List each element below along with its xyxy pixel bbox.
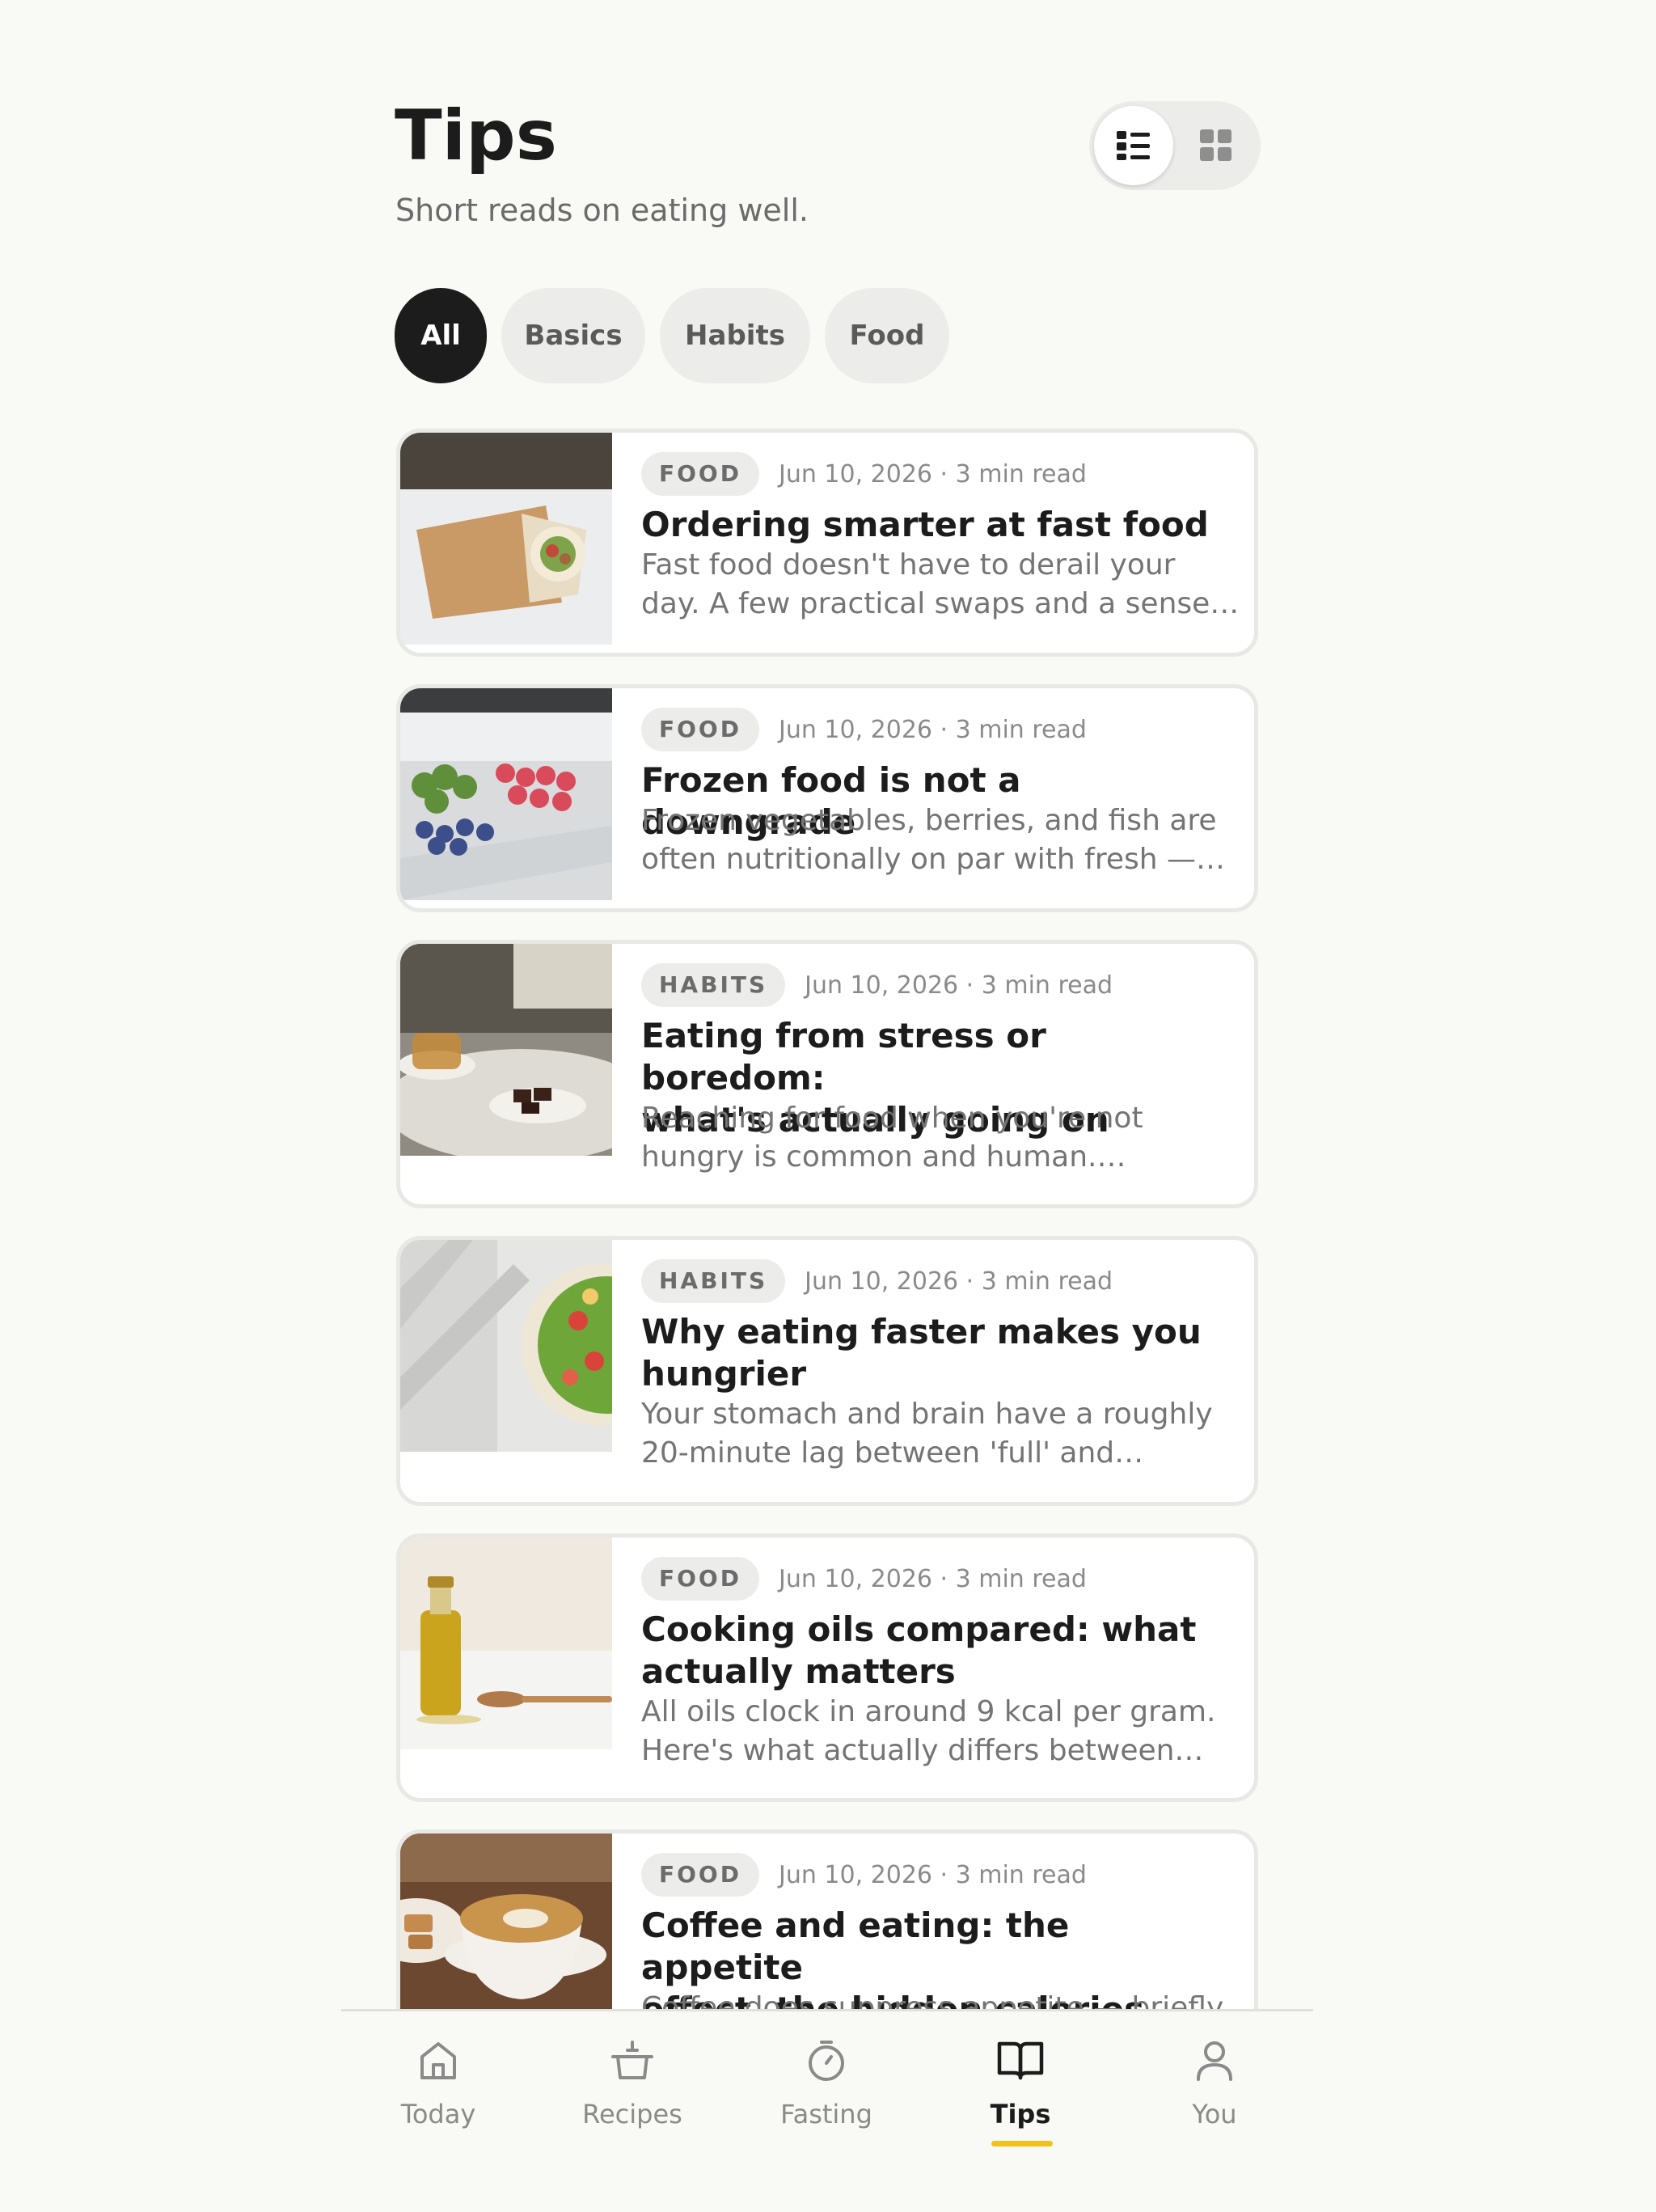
grid-view-icon	[1200, 129, 1231, 161]
book-icon	[995, 2034, 1046, 2086]
tab-recipes[interactable]: Recipes	[551, 2034, 713, 2163]
article-card[interactable]: FOOD Jun 10, 2026 · 3 min read Cooking o…	[396, 1533, 1258, 1802]
grid-view-button[interactable]	[1177, 106, 1256, 185]
chip-food[interactable]: Food	[825, 288, 949, 383]
article-meta: FOOD Jun 10, 2026 · 3 min read	[641, 1853, 1087, 1897]
chip-habits[interactable]: Habits	[660, 288, 810, 383]
article-meta: FOOD Jun 10, 2026 · 3 min read	[641, 452, 1087, 496]
article-meta: FOOD Jun 10, 2026 · 3 min read	[641, 1557, 1087, 1601]
home-icon	[412, 2034, 464, 2086]
tab-label: Today	[400, 2099, 476, 2130]
article-excerpt: Reaching for food when you're not hungry…	[641, 1102, 1143, 1174]
tab-label: Fasting	[780, 2099, 872, 2130]
article-excerpt: Your stomach and brain have a roughly 20…	[641, 1398, 1213, 1470]
tab-label: Tips	[990, 2099, 1051, 2130]
article-meta: HABITS Jun 10, 2026 · 3 min read	[641, 963, 1113, 1007]
list-view-button[interactable]	[1094, 106, 1173, 185]
view-toggle	[1089, 101, 1261, 190]
article-title: Why eating faster makes you hungrier	[641, 1312, 1202, 1394]
chip-basics[interactable]: Basics	[501, 288, 645, 383]
tab-label: You	[1192, 2099, 1237, 2130]
category-badge: FOOD	[641, 1853, 759, 1897]
article-excerpt: Fast food doesn't have to derail your da…	[641, 548, 1240, 620]
salad-bowl-image	[400, 1240, 612, 1452]
chip-all[interactable]: All	[395, 288, 487, 383]
category-badge: HABITS	[641, 1259, 786, 1303]
pot-icon	[606, 2034, 658, 2086]
person-icon	[1189, 2034, 1240, 2086]
tab-today[interactable]: Today	[357, 2034, 519, 2163]
article-excerpt: Frozen vegetables, berries, and fish are…	[641, 804, 1226, 876]
article-meta: HABITS Jun 10, 2026 · 3 min read	[641, 1259, 1113, 1303]
list-view-icon	[1117, 131, 1150, 160]
article-date: Jun 10, 2026 · 3 min read	[805, 1267, 1113, 1296]
page-subtitle: Short reads on eating well.	[395, 192, 809, 228]
article-title: Ordering smarter at fast food	[641, 505, 1209, 544]
article-date: Jun 10, 2026 · 3 min read	[778, 715, 1087, 744]
wrap-image	[400, 433, 612, 645]
article-card[interactable]: FOOD Jun 10, 2026 · 3 min read Ordering …	[396, 429, 1258, 657]
category-badge: FOOD	[641, 708, 759, 751]
article-excerpt: All oils clock in around 9 kcal per gram…	[641, 1695, 1216, 1767]
category-badge: FOOD	[641, 452, 759, 496]
bottom-tab-bar: Today Recipes Fasting Tips You	[341, 2009, 1313, 2212]
tea-chocolate-image	[400, 944, 612, 1156]
article-card[interactable]: FOOD Jun 10, 2026 · 3 min read Frozen fo…	[396, 684, 1258, 912]
olive-oil-image	[400, 1537, 612, 1749]
article-date: Jun 10, 2026 · 3 min read	[805, 971, 1113, 1000]
category-badge: HABITS	[641, 963, 786, 1007]
article-title: Cooking oils compared: what actually mat…	[641, 1609, 1197, 1691]
category-badge: FOOD	[641, 1557, 759, 1601]
article-date: Jun 10, 2026 · 3 min read	[778, 1860, 1087, 1889]
timer-icon	[801, 2034, 852, 2086]
article-card[interactable]: HABITS Jun 10, 2026 · 3 min read Eating …	[396, 940, 1258, 1208]
tab-label: Recipes	[582, 2099, 682, 2130]
article-date: Jun 10, 2026 · 3 min read	[778, 1564, 1087, 1593]
article-date: Jun 10, 2026 · 3 min read	[778, 459, 1087, 489]
article-card[interactable]: HABITS Jun 10, 2026 · 3 min read Why eat…	[396, 1236, 1258, 1506]
tab-fasting[interactable]: Fasting	[746, 2034, 907, 2163]
tab-you[interactable]: You	[1134, 2034, 1295, 2163]
freezer-drawer-image	[400, 688, 612, 900]
article-meta: FOOD Jun 10, 2026 · 3 min read	[641, 708, 1087, 751]
page-title: Tips	[395, 95, 557, 176]
active-tab-indicator	[991, 2141, 1053, 2146]
